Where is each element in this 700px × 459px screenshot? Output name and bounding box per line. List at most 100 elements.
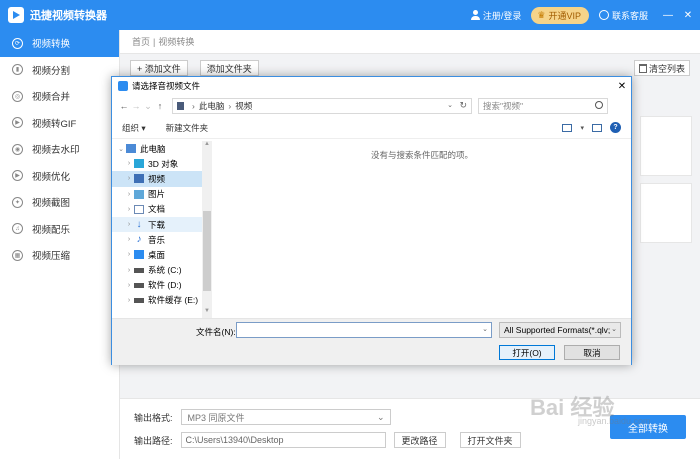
- up-arrow-icon[interactable]: ↑: [154, 101, 166, 111]
- expand-chevron-icon[interactable]: ›: [124, 236, 134, 243]
- add-folder-button[interactable]: 添加文件夹: [199, 60, 259, 76]
- chevron-down-icon: ⌄: [376, 412, 385, 422]
- vip-button[interactable]: ♛ 开通VIP: [531, 6, 589, 24]
- toolbar: + 添加文件 添加文件夹: [130, 60, 259, 76]
- back-arrow-icon[interactable]: ←: [118, 101, 130, 111]
- login-link[interactable]: 注册/登录: [483, 9, 522, 22]
- scroll-up-icon[interactable]: ▲: [202, 141, 212, 151]
- sidebar-item[interactable]: ◎ 视频合并: [0, 83, 119, 110]
- output-format-select[interactable]: MP3 同原文件 ⌄: [180, 409, 391, 425]
- tree-item[interactable]: › 视频: [112, 171, 211, 187]
- sidebar-item[interactable]: ✦ 视频截图: [0, 189, 119, 216]
- sidebar-item-label: 视频截图: [32, 198, 71, 210]
- expand-chevron-icon[interactable]: ⌄: [116, 145, 126, 153]
- clear-list-button[interactable]: 清空列表: [633, 60, 690, 76]
- user-icon: [470, 10, 480, 20]
- scroll-down-icon[interactable]: ▼: [202, 308, 212, 318]
- sidebar-item[interactable]: ▶ 视频转GIF: [0, 110, 119, 137]
- tree-item-label: 软件 (D:): [148, 280, 182, 291]
- tree-item[interactable]: › 桌面: [112, 247, 211, 262]
- dialog-nav-bar: ← → ⌄ ↑ › 此电脑 › 视频 ⌄ ↻ 搜索"视频": [112, 95, 631, 117]
- output-path-field[interactable]: C:\Users\13940\Desktop: [180, 432, 386, 448]
- tree-item[interactable]: › ↓ 下载: [112, 216, 211, 233]
- tree-item[interactable]: › ♪ 音乐: [112, 232, 211, 247]
- minimize-button[interactable]: —: [660, 10, 676, 21]
- trash-icon: [638, 63, 647, 73]
- help-icon[interactable]: ?: [610, 122, 621, 133]
- sidebar-item-label: 视频转换: [32, 39, 71, 51]
- crown-icon: ♛: [537, 9, 546, 20]
- address-current[interactable]: 视频: [235, 100, 252, 112]
- service-button[interactable]: 联系客服: [598, 9, 648, 22]
- expand-chevron-icon[interactable]: ›: [124, 267, 134, 274]
- file-list-panel: [640, 183, 692, 243]
- tree-item-label: 软件缓存 (E:): [148, 295, 199, 306]
- open-button[interactable]: 打开(O): [499, 345, 555, 360]
- expand-chevron-icon[interactable]: ›: [124, 206, 134, 213]
- sidebar-item[interactable]: ▶ 视频优化: [0, 163, 119, 190]
- scrollbar-thumb[interactable]: [203, 211, 211, 291]
- file-type-select[interactable]: All Supported Formats(*.qlv; ⌄: [499, 322, 621, 338]
- new-folder-button[interactable]: 新建文件夹: [166, 122, 209, 134]
- expand-chevron-icon[interactable]: ›: [124, 297, 134, 304]
- sidebar-item-icon: ⟳: [12, 37, 23, 49]
- dialog-title: 请选择音视频文件: [132, 81, 201, 91]
- add-file-button[interactable]: + 添加文件: [130, 60, 188, 76]
- address-root[interactable]: 此电脑: [199, 100, 225, 112]
- drv-icon: [134, 282, 144, 288]
- chevron-down-icon[interactable]: ⌄: [482, 325, 488, 333]
- tree-item[interactable]: › 软件 (D:): [112, 278, 211, 293]
- convert-all-button[interactable]: 全部转换: [610, 415, 686, 439]
- sidebar-item[interactable]: ⟳ 视频转换: [0, 30, 119, 57]
- tree-item[interactable]: › 文档: [112, 202, 211, 217]
- filename-input[interactable]: ⌄: [236, 322, 492, 338]
- tree-item[interactable]: ⌄ 此电脑: [112, 141, 211, 156]
- sidebar-item[interactable]: ▦ 视频压缩: [0, 242, 119, 269]
- recent-chevron-icon[interactable]: ⌄: [142, 101, 154, 112]
- music-icon: ♪: [136, 234, 142, 246]
- cancel-button[interactable]: 取消: [564, 345, 620, 360]
- organize-menu[interactable]: 组织 ▾: [122, 122, 146, 134]
- sidebar-item-icon: ▶: [12, 117, 23, 129]
- tree-item[interactable]: › 3D 对象: [112, 156, 211, 171]
- close-button[interactable]: ✕: [680, 10, 696, 21]
- search-icon: [595, 101, 603, 109]
- sidebar-item[interactable]: ◉ 视频去水印: [0, 136, 119, 163]
- sidebar-item-icon: ♫: [12, 223, 23, 235]
- expand-chevron-icon[interactable]: ›: [124, 175, 134, 182]
- forward-arrow-icon[interactable]: →: [130, 101, 142, 111]
- breadcrumb-separator: |: [153, 36, 156, 47]
- expand-chevron-icon[interactable]: ›: [124, 191, 134, 198]
- chevron-down-icon[interactable]: ▾: [580, 124, 584, 132]
- cube-icon: [134, 159, 144, 169]
- expand-chevron-icon[interactable]: ›: [124, 251, 134, 258]
- expand-chevron-icon[interactable]: ›: [124, 221, 134, 228]
- address-bar[interactable]: › 此电脑 › 视频 ⌄ ↻: [172, 98, 472, 114]
- dialog-footer: 文件名(N): ⌄ All Supported Formats(*.qlv; ⌄…: [112, 318, 631, 365]
- expand-chevron-icon[interactable]: ›: [124, 282, 134, 289]
- change-path-button[interactable]: 更改路径: [393, 432, 446, 448]
- breadcrumb-home[interactable]: 首页: [132, 35, 150, 48]
- search-input[interactable]: 搜索"视频": [478, 98, 608, 114]
- sidebar-item-label: 视频优化: [32, 171, 71, 183]
- tree-item[interactable]: › 图片: [112, 187, 211, 202]
- tree-item[interactable]: › 软件缓存 (E:): [112, 293, 211, 308]
- sidebar-item[interactable]: ▮ 视频分割: [0, 57, 119, 84]
- open-folder-button[interactable]: 打开文件夹: [459, 432, 521, 448]
- empty-results-message: 没有与搜索条件匹配的项。: [370, 150, 473, 160]
- app-logo-icon: [8, 7, 24, 23]
- refresh-icon[interactable]: ↻: [459, 100, 467, 111]
- sidebar-item[interactable]: ♫ 视频配乐: [0, 216, 119, 243]
- dialog-close-button[interactable]: ✕: [613, 81, 631, 92]
- service-label: 联系客服: [611, 10, 648, 21]
- headset-icon: [598, 10, 609, 20]
- view-mode-icon[interactable]: [562, 123, 573, 132]
- clear-list-label: 清空列表: [648, 63, 685, 74]
- expand-chevron-icon[interactable]: ›: [124, 160, 134, 167]
- tree-item-label: 桌面: [148, 249, 166, 260]
- tree-scrollbar[interactable]: ▲ ▼: [202, 141, 212, 318]
- title-bar: 迅捷视频转换器 注册/登录 ♛ 开通VIP 联系客服 — ✕: [0, 0, 700, 30]
- chevron-down-icon[interactable]: ⌄: [447, 101, 453, 109]
- tree-item[interactable]: › 系统 (C:): [112, 263, 211, 278]
- preview-pane-icon[interactable]: [592, 123, 602, 132]
